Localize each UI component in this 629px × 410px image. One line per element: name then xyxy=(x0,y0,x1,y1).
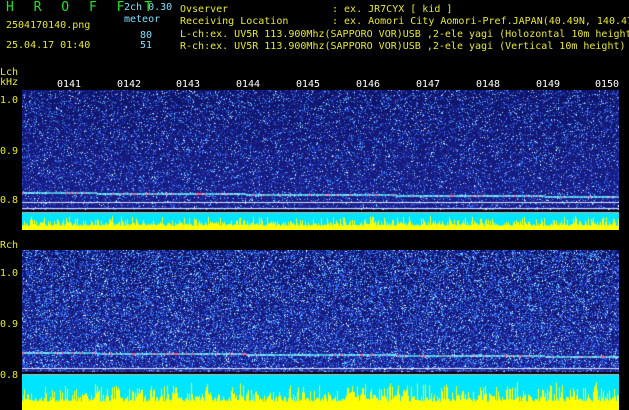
rch-level: 51 xyxy=(140,40,153,51)
observer-value: : ex. JR7CYX [ kid ] xyxy=(332,4,453,15)
rch-ytick: 0.8 xyxy=(0,370,19,381)
version-label: 2ch 0.30 xyxy=(124,2,173,13)
lch-ytick: 1.0 xyxy=(0,95,19,106)
lch-ytick: 0.9 xyxy=(0,146,19,157)
time-label: 0150 xyxy=(595,79,620,90)
time-label: 0144 xyxy=(236,79,261,90)
datetime: 25.04.17 01:40 xyxy=(6,40,91,51)
lch-info: L-ch:ex. UV5R 113.900Mhz(SAPPORO VOR)USB… xyxy=(180,29,629,40)
mode-label: meteor xyxy=(124,14,161,25)
time-label: 0142 xyxy=(117,79,142,90)
lch-ytick: 0.8 xyxy=(0,195,19,206)
rch-info: R-ch:ex. UV5R 113.900Mhz(SAPPORO VOR)USB… xyxy=(180,41,626,52)
lch-spectrogram xyxy=(22,90,619,230)
time-label: 0146 xyxy=(356,79,381,90)
file-name: 2504170140.png xyxy=(6,20,91,31)
location-label: Receiving Location xyxy=(180,16,289,27)
time-label: 0141 xyxy=(57,79,82,90)
rch-spectrogram-canvas xyxy=(22,250,619,410)
time-label: 0149 xyxy=(536,79,561,90)
observer-label: Ovserver xyxy=(180,4,229,15)
time-label: 0143 xyxy=(176,79,201,90)
rch-label: Rch xyxy=(0,240,19,251)
time-label: 0148 xyxy=(476,79,501,90)
lch-unit: kHz xyxy=(0,77,19,88)
time-label: 0145 xyxy=(296,79,321,90)
location-value: : ex. Aomori City Aomori-Pref.JAPAN(40.4… xyxy=(332,16,629,27)
rch-ytick: 1.0 xyxy=(0,268,19,279)
rch-spectrogram xyxy=(22,250,619,410)
rch-ytick: 0.9 xyxy=(0,319,19,330)
lch-spectrogram-canvas xyxy=(22,90,619,230)
time-label: 0147 xyxy=(416,79,441,90)
